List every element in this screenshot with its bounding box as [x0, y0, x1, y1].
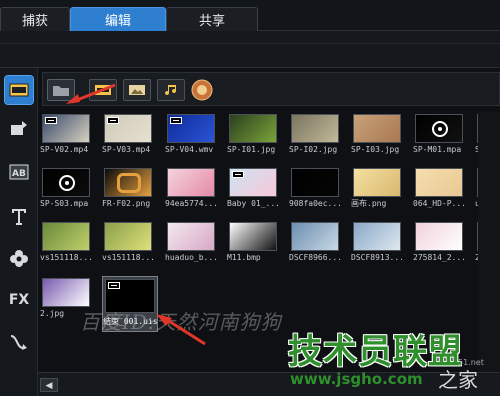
title-ab-icon[interactable]: AB [5, 158, 33, 186]
thumbnail-caption: DSCF8913... [351, 253, 404, 262]
timeline-header-strip [0, 31, 500, 68]
thumbnail-image [42, 114, 90, 143]
film-strip-icon [170, 117, 182, 124]
top-tab-bar: 捕获 编辑 共享 [0, 0, 500, 31]
thumbnail-image [42, 222, 90, 251]
media-library-icon[interactable] [4, 75, 34, 105]
thumbnail-caption: SP-I03.jpg [351, 145, 400, 154]
logo-home-text: 之家 [438, 368, 478, 392]
thumbnail-caption: 94ea5774... [165, 199, 218, 208]
left-category-nav: AB FX [0, 68, 38, 396]
transition-icon[interactable] [5, 114, 33, 142]
library-thumbnail[interactable]: huaduo_b... [165, 220, 218, 296]
thumbnail-caption: vs151118... [102, 253, 155, 262]
collapse-icon[interactable]: ◀ [40, 378, 58, 392]
thumbnail-caption: SP-I01.jpg [227, 145, 276, 154]
show-audio-icon[interactable] [157, 79, 185, 101]
thumbnail-image [291, 114, 339, 143]
thumbnail-image [229, 222, 277, 251]
text-t-icon[interactable] [5, 202, 33, 230]
thumbnail-caption: 908fa0ec... [289, 199, 342, 208]
logo-url: www.jsgho.com [290, 370, 423, 388]
thumbnail-caption: 064_HD-P... [413, 199, 466, 208]
film-strip-icon [108, 282, 120, 289]
annotation-arrow [66, 83, 116, 104]
thumbnail-caption: 275814_2... [413, 253, 466, 262]
thumbnail-image [353, 168, 401, 197]
motion-path-icon[interactable] [5, 328, 33, 356]
tab-share[interactable]: 共享 [166, 7, 258, 31]
thumbnail-image [104, 114, 152, 143]
thumbnail-image [353, 114, 401, 143]
thumbnail-image [353, 222, 401, 251]
thumbnail-caption: DSCF8966... [289, 253, 342, 262]
thumbnail-caption: SP-S03.mpa [40, 199, 89, 208]
frame-shape [117, 173, 141, 193]
library-thumbnail[interactable]: DSCF8913... [351, 220, 404, 296]
thumbnail-caption: huaduo_b... [165, 253, 218, 262]
thumbnail-image [167, 114, 215, 143]
thumbnail-caption: FR-F02.png [102, 199, 151, 208]
thumbnail-caption: SP-I02.jpg [289, 145, 338, 154]
thumbnail-image [167, 222, 215, 251]
logo-title: 技术员联盟 [288, 332, 463, 372]
audio-disc-icon [432, 121, 448, 137]
thumbnail-image [104, 222, 152, 251]
thumbnail-caption: vs151118... [40, 253, 93, 262]
library-thumbnail[interactable]: M11.bmp [227, 220, 279, 296]
import-badge-icon[interactable] [191, 79, 213, 101]
thumbnail-image [42, 278, 90, 307]
graphics-flower-icon[interactable] [5, 244, 33, 272]
thumbnail-image [415, 168, 463, 197]
annotation-arrow [156, 314, 206, 346]
thumbnail-caption: SP-M01.mpa [413, 145, 462, 154]
fx-filter-icon[interactable]: FX [5, 286, 33, 314]
library-thumbnail[interactable]: 275814_2... [413, 220, 466, 296]
svg-text:AB: AB [12, 169, 26, 179]
audio-disc-icon [59, 175, 75, 191]
show-photo-icon[interactable] [123, 79, 151, 101]
thumbnail-image [291, 222, 339, 251]
thumbnail-caption: SP-V02.mp4 [40, 145, 89, 154]
thumbnail-caption: SP-V04.wmv [165, 145, 214, 154]
library-thumbnail[interactable]: DSCF8966... [289, 220, 342, 296]
thumbnail-caption: 画布.png [351, 199, 387, 208]
thumbnail-image [42, 168, 90, 197]
film-strip-icon [45, 117, 57, 124]
film-strip-icon [107, 117, 119, 124]
thumbnail-image [291, 168, 339, 197]
thumbnail-image [415, 222, 463, 251]
thumbnail-image [229, 168, 277, 197]
film-strip-icon [232, 171, 244, 178]
thumbnail-image [167, 168, 215, 197]
thumbnail-image [229, 114, 277, 143]
thumbnail-caption: M11.bmp [227, 253, 261, 262]
thumbnail-image [104, 168, 152, 197]
thumbnail-caption: Baby 01_... [227, 199, 280, 208]
thumbnail-image [415, 114, 463, 143]
thumbnail-caption: SP-V03.mp4 [102, 145, 151, 154]
site-logo: 技术员联盟 51.net www.jsgho.com 之家 [278, 318, 500, 396]
tab-edit[interactable]: 编辑 [70, 7, 166, 31]
tab-capture[interactable]: 捕获 [0, 7, 70, 31]
